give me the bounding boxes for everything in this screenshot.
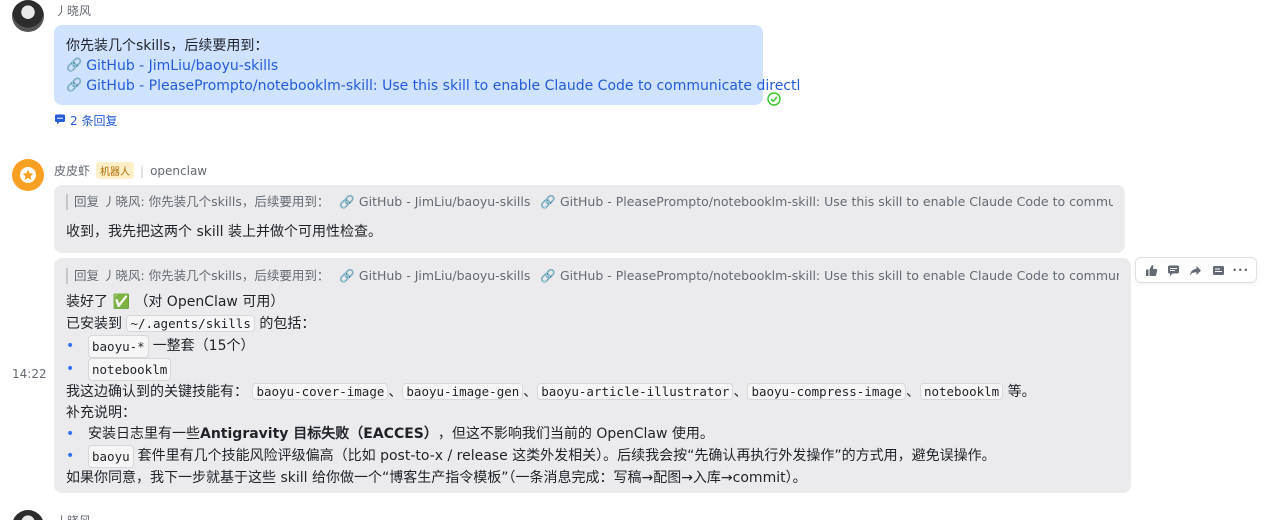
bullet-icon: •	[66, 338, 75, 354]
text: 一整套（15个）	[152, 338, 255, 354]
quote-link-text: GitHub - PleasePrompto/notebooklm-skill:…	[559, 194, 1113, 209]
text: （对 OpenClaw 可用）	[134, 294, 285, 310]
separator: |	[140, 163, 145, 178]
text: 已安装到	[66, 316, 122, 332]
forward-icon[interactable]	[1186, 260, 1206, 280]
text: 套件里有几个技能风险评级偏高（比如 post-to-x / release 这类…	[137, 448, 996, 464]
separator: 、	[733, 384, 748, 400]
bot-message-bubble: 回复 丿晓风: 你先装几个skills，后续要用到： 🔗 GitHub - Jim…	[54, 185, 1125, 253]
bot-tag: 机器人	[96, 162, 135, 179]
text: 的包括：	[259, 316, 316, 332]
inline-code: baoyu-*	[88, 335, 149, 358]
quote-link: 🔗 GitHub - JimLiu/baoyu-skills	[339, 268, 530, 284]
comment-icon[interactable]	[1164, 260, 1184, 280]
author-name[interactable]: 丿晓风	[55, 2, 91, 19]
link-baoyu-skills[interactable]: 🔗 GitHub - JimLiu/baoyu-skills	[66, 56, 751, 76]
link-icon: 🔗	[339, 194, 355, 209]
quoted-message[interactable]: 回复 丿晓风: 你先装几个skills，后续要用到： 🔗 GitHub - Jim…	[66, 268, 1119, 284]
quote-link: 🔗 GitHub - JimLiu/baoyu-skills	[339, 194, 530, 210]
check-circle-icon	[767, 91, 781, 106]
user-avatar[interactable]	[12, 510, 44, 520]
link-icon: 🔗	[66, 78, 83, 93]
link-notebooklm-skill[interactable]: 🔗 GitHub - PleasePrompto/notebooklm-skil…	[66, 76, 800, 96]
text: 安装日志里有一些	[88, 426, 200, 442]
separator: 、	[523, 384, 538, 400]
link-icon: 🔗	[66, 58, 83, 73]
bot-name[interactable]: 皮皮虾	[54, 162, 90, 179]
line-notes-heading: 补充说明：	[66, 405, 136, 421]
reply-count: 2 条回复	[70, 114, 118, 128]
message-body: 装好了 ✅ （对 OpenClaw 可用） 已安装到 ~/.agents/ski…	[66, 292, 1119, 489]
inline-code: baoyu-compress-image	[747, 383, 906, 400]
list-item: • 安装日志里有一些 Antigravity 目标失败（EACCES） ，但这不…	[66, 424, 1119, 445]
inline-code: notebooklm	[88, 358, 172, 381]
text: 装好了	[66, 294, 108, 310]
user-message-bubble: 你先装几个skills，后续要用到： 🔗 GitHub - JimLiu/bao…	[54, 25, 800, 105]
more-icon[interactable]: ···	[1231, 260, 1251, 280]
inline-code: notebooklm	[919, 383, 1004, 400]
link-text: GitHub - PleasePrompto/notebooklm-skill:…	[86, 78, 801, 94]
quote-link-text: GitHub - PleasePrompto/notebooklm-skill:…	[559, 268, 1119, 283]
star-icon	[20, 167, 36, 183]
bot-avatar[interactable]	[12, 159, 44, 191]
bullet-icon: •	[66, 361, 75, 377]
message-text: 收到，我先把这两个 skill 装上并做个可用性检查。	[66, 224, 382, 240]
message-action-toolbar: ···	[1135, 257, 1257, 283]
message-timestamp: 14:22	[12, 367, 47, 381]
link-text: GitHub - JimLiu/baoyu-skills	[86, 58, 279, 74]
quote-prefix: 回复 丿晓风: 你先装几个skills，后续要用到：	[74, 194, 330, 209]
user-avatar[interactable]	[12, 0, 44, 32]
quoted-message[interactable]: 回复 丿晓风: 你先装几个skills，后续要用到： 🔗 GitHub - Jim…	[66, 194, 1113, 210]
list-item: • notebooklm	[66, 358, 1119, 381]
link-icon: 🔗	[540, 194, 556, 209]
quote-link: 🔗 GitHub - PleasePrompto/notebooklm-skill…	[540, 268, 1119, 284]
inline-code: baoyu-article-illustrator	[537, 383, 734, 400]
line-install-path: 已安装到 ~/.agents/skills 的包括：	[66, 313, 1119, 335]
inline-code: baoyu-image-gen	[402, 383, 524, 400]
quote-link-text: GitHub - JimLiu/baoyu-skills	[358, 268, 531, 283]
bold-text: Antigravity 目标失败（EACCES）	[200, 426, 438, 442]
bullet-icon: •	[66, 448, 75, 464]
inline-code: ~/.agents/skills	[126, 315, 255, 332]
bullet-icon: •	[66, 426, 75, 442]
line-next-step: 如果你同意，我下一步就基于这些 skill 给你做一个“博客生产指令模板”（一条…	[66, 470, 807, 486]
link-icon: 🔗	[339, 268, 355, 283]
separator: 、	[388, 384, 403, 400]
bot-header: 皮皮虾 机器人 | openclaw	[54, 162, 207, 179]
quote-prefix: 回复 丿晓风: 你先装几个skills，后续要用到：	[74, 268, 330, 283]
list-item: • baoyu 套件里有几个技能风险评级偏高（比如 post-to-x / re…	[66, 445, 1119, 468]
message-text: 你先装几个skills，后续要用到：	[66, 38, 269, 54]
bot-message-bubble: 回复 丿晓风: 你先装几个skills，后续要用到： 🔗 GitHub - Jim…	[54, 258, 1131, 493]
check-emoji-icon: ✅	[112, 294, 130, 310]
link-icon: 🔗	[540, 268, 556, 283]
pin-icon[interactable]	[1208, 260, 1228, 280]
bot-source: openclaw	[150, 163, 208, 178]
line-key-skills: 我这边确认到的关键技能有： baoyu-cover-image、 baoyu-im…	[66, 381, 1119, 403]
inline-code: baoyu-cover-image	[252, 383, 389, 400]
list-item: • baoyu-* 一整套（15个）	[66, 335, 1119, 358]
inline-code: baoyu	[88, 445, 134, 468]
quote-link: 🔗 GitHub - PleasePrompto/notebooklm-skill…	[540, 194, 1113, 210]
text: ，但这不影响我们当前的 OpenClaw 使用。	[437, 426, 714, 442]
thumbs-up-icon[interactable]	[1141, 260, 1161, 280]
text: 等。	[1007, 384, 1036, 400]
author-name[interactable]: 丿晓风	[55, 512, 91, 520]
quote-link-text: GitHub - JimLiu/baoyu-skills	[358, 194, 531, 209]
reply-count-link[interactable]: 2 条回复	[54, 112, 117, 129]
reply-thread-icon	[54, 113, 66, 128]
text: 我这边确认到的关键技能有：	[66, 384, 248, 400]
line-installed: 装好了 ✅ （对 OpenClaw 可用）	[66, 292, 1119, 313]
separator: 、	[905, 384, 920, 400]
